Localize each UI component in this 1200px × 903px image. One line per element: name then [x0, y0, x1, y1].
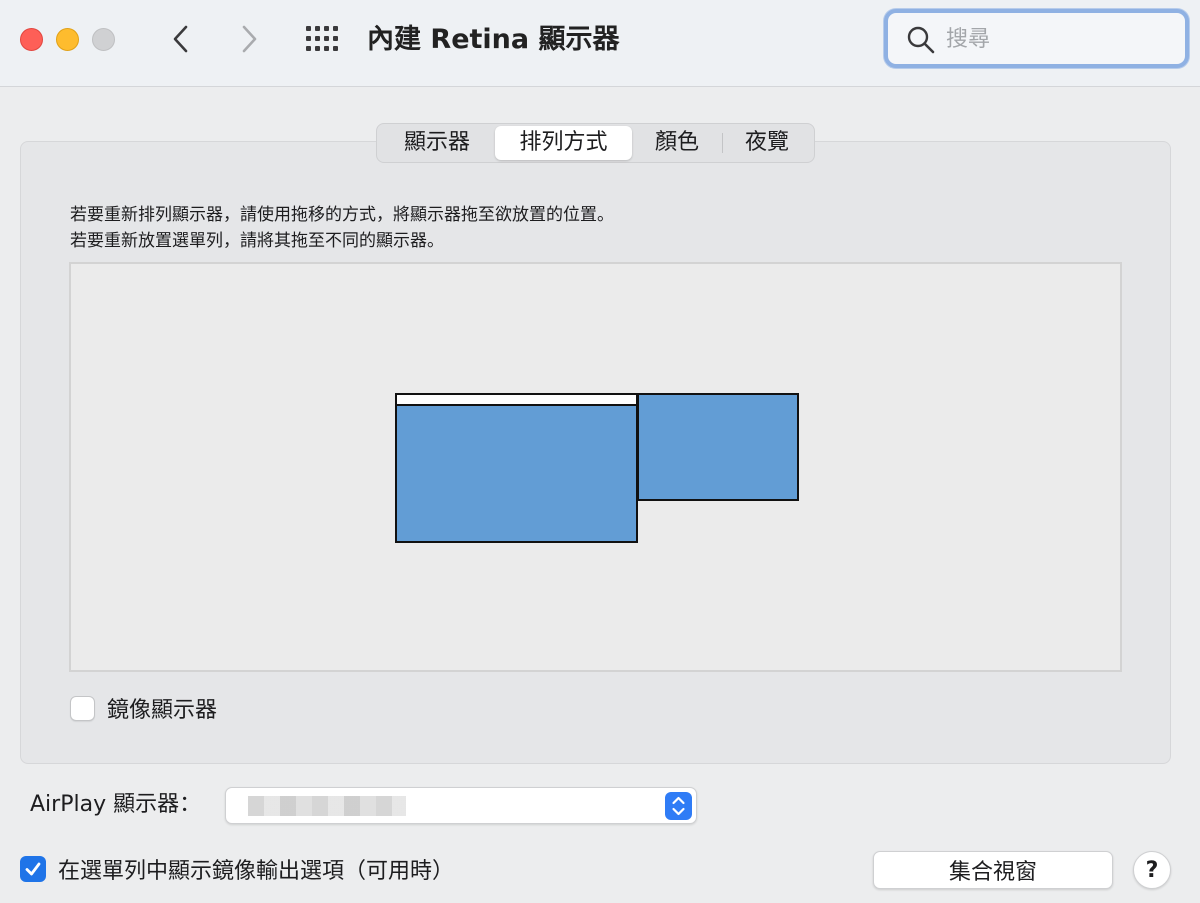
window-toolbar: 內建 Retina 顯示器	[0, 0, 1200, 87]
display-secondary-thumbnail[interactable]	[637, 393, 799, 501]
display-main-thumbnail[interactable]	[395, 393, 638, 543]
show-mirroring-checkbox[interactable]	[20, 856, 46, 882]
tab-arrangement[interactable]: 排列方式	[495, 126, 632, 160]
instruction-line-1: 若要重新排列顯示器，請使用拖移的方式，將顯示器拖至欲放置的位置。	[70, 205, 614, 225]
tab-night-shift[interactable]: 夜覽	[723, 126, 811, 160]
magnifier-icon	[907, 26, 935, 54]
show-all-button[interactable]	[305, 25, 341, 53]
select-stepper[interactable]	[665, 792, 692, 820]
arrangement-instructions: 若要重新排列顯示器，請使用拖移的方式，將顯示器拖至欲放置的位置。 若要重新放置選…	[70, 202, 1130, 254]
airplay-selected-value-obscured	[248, 796, 406, 816]
grid-icon	[306, 26, 338, 51]
segmented-tabs: 顯示器 排列方式 顏色 夜覽	[376, 123, 815, 163]
show-mirroring-label: 在選單列中顯示鏡像輸出選項（可用時）	[58, 859, 455, 884]
tab-display[interactable]: 顯示器	[379, 126, 495, 160]
search-input[interactable]	[946, 23, 1166, 55]
search-field[interactable]	[884, 9, 1189, 68]
menu-bar-handle[interactable]	[397, 395, 636, 406]
instruction-line-2: 若要重新放置選單列，請將其拖至不同的顯示器。	[70, 231, 444, 251]
display-arrangement-area	[69, 262, 1122, 672]
chevron-right-icon	[242, 25, 257, 53]
help-button[interactable]: ?	[1133, 851, 1171, 889]
window-title: 內建 Retina 顯示器	[367, 24, 620, 55]
mirror-displays-label: 鏡像顯示器	[107, 698, 218, 723]
minimize-window-button[interactable]	[56, 28, 79, 51]
airplay-display-select[interactable]	[225, 787, 697, 824]
back-button[interactable]	[166, 22, 196, 56]
show-mirroring-option: 在選單列中顯示鏡像輸出選項（可用時）	[20, 853, 454, 885]
mirror-displays-checkbox[interactable]	[70, 695, 95, 721]
airplay-display-label: AirPlay 顯示器：	[30, 792, 202, 817]
close-window-button[interactable]	[20, 28, 43, 51]
up-down-chevron-icon	[672, 796, 685, 816]
gather-windows-button[interactable]: 集合視窗	[873, 851, 1113, 889]
zoom-window-button[interactable]	[92, 28, 115, 51]
chevron-left-icon	[173, 25, 188, 53]
checkmark-icon	[25, 862, 41, 876]
tab-color[interactable]: 顏色	[632, 126, 722, 160]
forward-button[interactable]	[234, 22, 264, 56]
mirror-displays-option: 鏡像顯示器	[70, 692, 217, 724]
